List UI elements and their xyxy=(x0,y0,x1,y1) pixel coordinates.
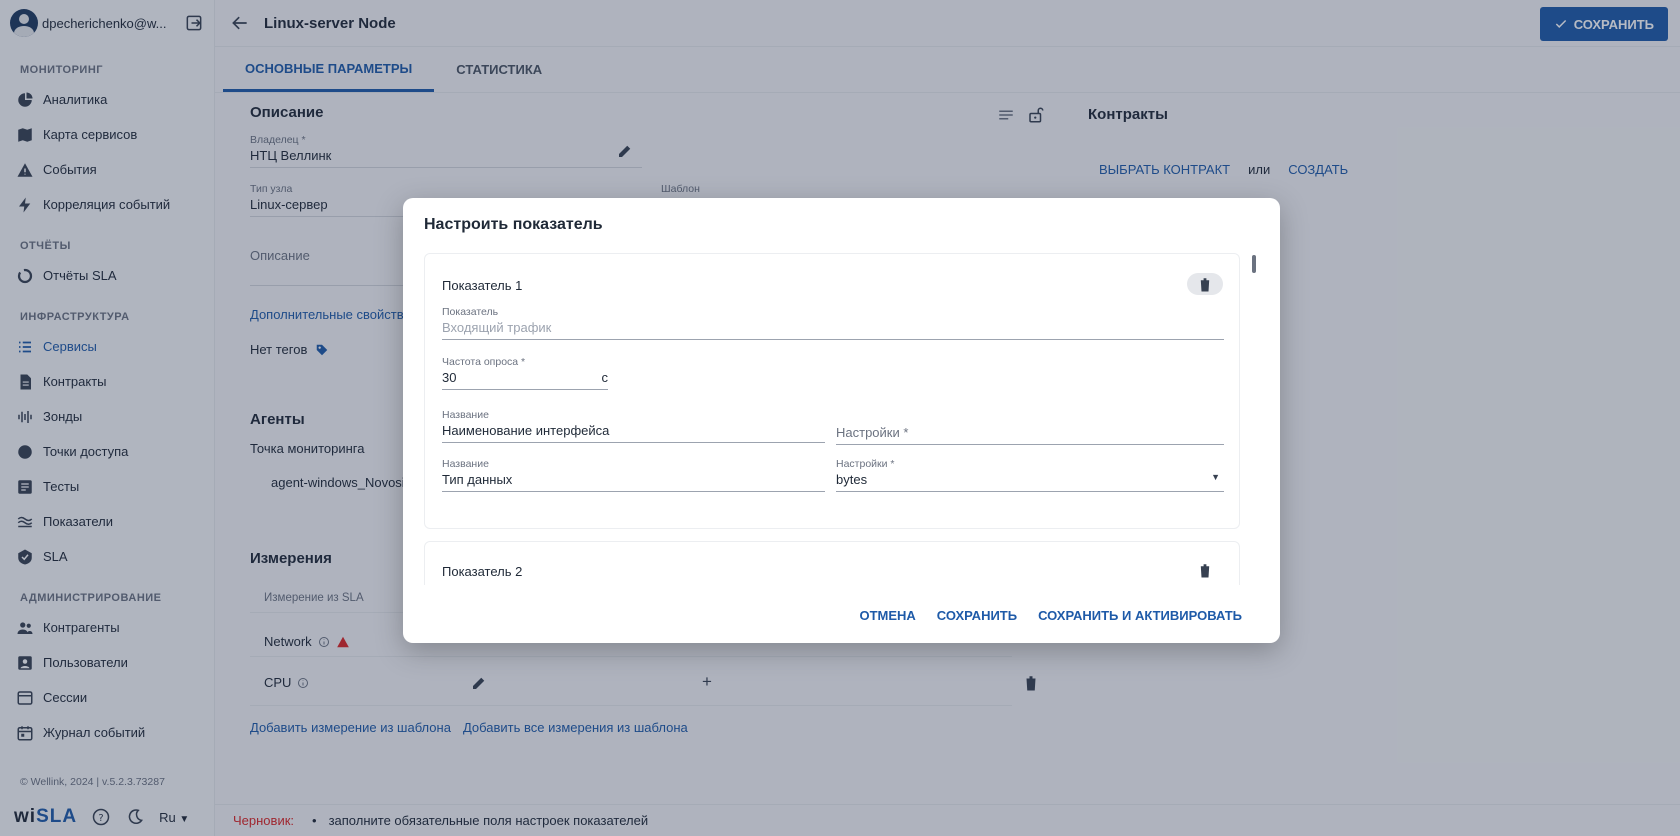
metric-label: Показатель xyxy=(442,306,499,318)
name2-label: Название xyxy=(442,458,489,470)
metric-field[interactable]: Показатель Входящий трафик xyxy=(442,306,1224,340)
scrollbar[interactable] xyxy=(1252,255,1256,273)
trash-icon xyxy=(1200,277,1210,291)
settings-select-2[interactable]: Настройки * bytes ▼ xyxy=(836,458,1224,492)
dialog-title: Настроить показатель xyxy=(424,216,603,233)
save-and-activate-button[interactable]: СОХРАНИТЬ И АКТИВИРОВАТЬ xyxy=(1038,608,1242,623)
poll-frequency-field[interactable]: Частота опроса * 30 с xyxy=(442,356,608,390)
freq-label: Частота опроса * xyxy=(442,356,526,368)
trash-icon xyxy=(1200,563,1210,577)
dialog-save-button[interactable]: СОХРАНИТЬ xyxy=(937,608,1017,623)
freq-unit: с xyxy=(601,370,609,385)
dialog-scroll-area: Показатель 1 Показатель Входящий трафик … xyxy=(424,253,1242,585)
settings2-label: Настройки * xyxy=(836,458,895,470)
delete-metric-button[interactable] xyxy=(1187,273,1223,295)
name2-value: Тип данных xyxy=(442,472,825,492)
settings1-placeholder: Настройки * xyxy=(836,425,1224,445)
name-field-1[interactable]: Название Наименование интерфейса xyxy=(442,409,825,443)
settings-field-1[interactable]: Настройки * xyxy=(836,423,1224,445)
name1-value: Наименование интерфейса xyxy=(442,423,825,443)
dialog-actions: ОТМЕНА СОХРАНИТЬ СОХРАНИТЬ И АКТИВИРОВАТ… xyxy=(859,608,1242,623)
metric-title: Показатель 1 xyxy=(442,278,523,293)
freq-value: 30 xyxy=(442,370,457,385)
metric-value: Входящий трафик xyxy=(442,320,1224,340)
cancel-button[interactable]: ОТМЕНА xyxy=(859,608,915,623)
dropdown-arrow-icon: ▼ xyxy=(1211,472,1220,482)
configure-metric-dialog: Настроить показатель Показатель 1 Показа… xyxy=(403,198,1280,643)
metric-title: Показатель 2 xyxy=(442,564,523,579)
settings2-value: bytes xyxy=(836,472,868,487)
metric-card-1: Показатель 1 Показатель Входящий трафик … xyxy=(424,253,1240,529)
metric-card-2: Показатель 2 xyxy=(424,541,1240,585)
delete-metric-button[interactable] xyxy=(1187,559,1223,581)
name-field-2[interactable]: Название Тип данных xyxy=(442,458,825,492)
name1-label: Название xyxy=(442,409,489,421)
